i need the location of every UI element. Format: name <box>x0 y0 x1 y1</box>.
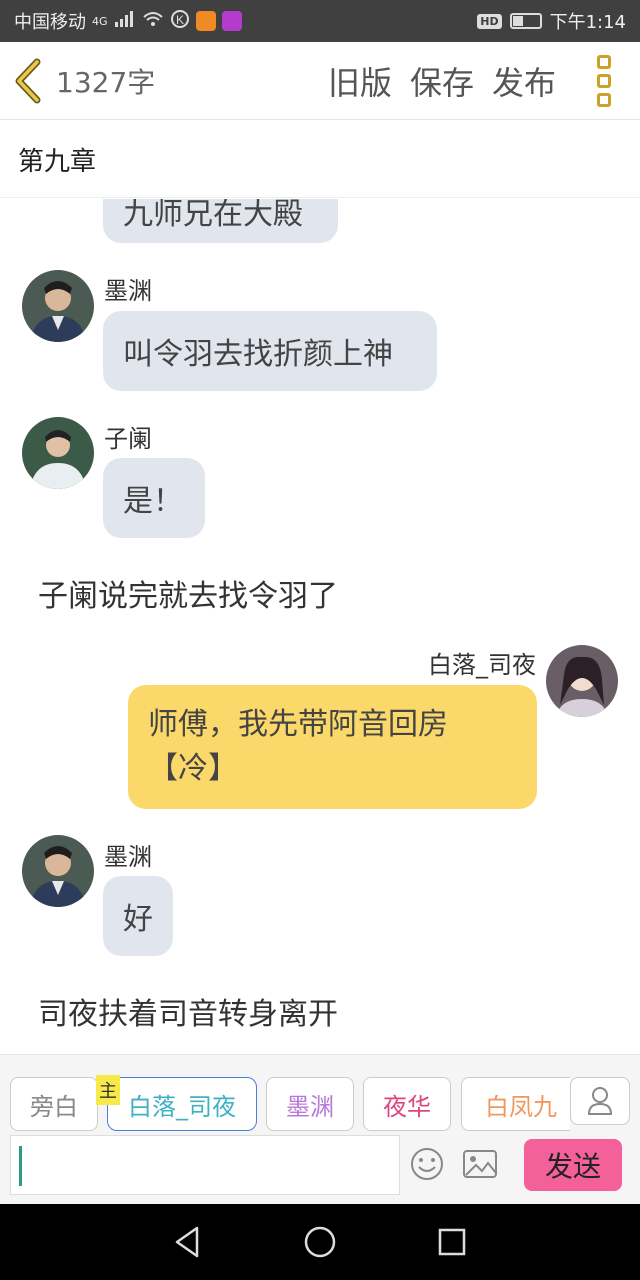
back-button[interactable] <box>0 42 56 120</box>
role-label: 白落_司夜 <box>128 1092 236 1121</box>
chapter-title-text: 第九章 <box>18 146 97 177</box>
main-role-badge: 主 <box>96 1075 120 1105</box>
more-icon-dot <box>597 73 611 88</box>
role-chip[interactable]: 夜华 <box>363 1077 451 1131</box>
role-chip-selected[interactable]: 白落_司夜 <box>107 1077 257 1131</box>
profile-icon <box>587 1087 613 1115</box>
cat-app-icon <box>221 11 242 31</box>
battery-icon <box>509 13 542 29</box>
message-text: 好 <box>123 902 153 937</box>
chat-list[interactable]: 九师兄在大殿 墨渊 叫令羽去找折颜上神 子阑 是！ 子阑说完就去找令羽了 白落_… <box>0 199 640 1054</box>
old-version-button[interactable]: 旧版 <box>328 58 392 104</box>
nav-recent-icon[interactable] <box>437 1227 467 1257</box>
avatar[interactable] <box>22 270 94 342</box>
editor-toolbar: 1327字 旧版 保存 发布 <box>0 42 640 120</box>
more-icon-dot <box>597 92 611 107</box>
role-label: 旁白 <box>30 1092 78 1121</box>
message-bubble[interactable]: 是！ <box>103 458 205 538</box>
text-cursor <box>19 1146 22 1186</box>
more-button[interactable] <box>580 42 628 120</box>
nav-back-icon[interactable] <box>173 1225 203 1259</box>
sender-name: 子阑 <box>104 425 152 453</box>
sender-name: 白落_司夜 <box>428 651 536 679</box>
role-selector[interactable]: 旁白 白落_司夜 墨渊 夜华 白凤九 <box>10 1077 570 1131</box>
message-bubble[interactable]: 叫令羽去找折颜上神 <box>103 311 437 391</box>
save-button[interactable]: 保存 <box>410 58 474 104</box>
publish-button[interactable]: 发布 <box>492 58 556 104</box>
back-chevron-icon <box>15 58 41 103</box>
carrier-label: 中国移动 <box>14 12 86 33</box>
role-label: 白凤九 <box>485 1092 557 1121</box>
message-text: 九师兄在大殿 <box>123 199 303 232</box>
message-text: 是！ <box>123 484 183 519</box>
message-bubble-self[interactable]: 师傅，我先带阿音回房【冷】 <box>128 685 537 809</box>
clock: 下午1:14 <box>549 12 626 33</box>
svg-text:K: K <box>176 13 184 27</box>
nav-home-icon[interactable] <box>303 1225 337 1259</box>
network-label: 4G <box>92 14 108 28</box>
wifi-icon <box>142 10 164 33</box>
avatar[interactable] <box>22 417 94 489</box>
image-icon[interactable] <box>462 1149 498 1179</box>
word-count: 1327字 <box>56 65 156 99</box>
message-bubble[interactable]: 九师兄在大殿 <box>103 199 338 243</box>
emoji-icon[interactable] <box>410 1147 444 1181</box>
hd-badge: HD <box>477 13 502 29</box>
message-text: 叫令羽去找折颜上神 <box>123 337 393 372</box>
send-label: 发送 <box>544 1150 601 1183</box>
narration-text[interactable]: 司夜扶着司音转身离开 <box>38 989 338 1033</box>
status-bar: 中国移动 4G K HD 下午1:14 <box>0 0 640 42</box>
chapter-title[interactable]: 第九章 <box>0 121 640 198</box>
role-chip[interactable]: 墨渊 <box>266 1077 354 1131</box>
more-icon <box>597 54 611 69</box>
video-app-icon <box>195 11 216 31</box>
role-chip[interactable]: 白凤九 <box>461 1077 570 1131</box>
message-bubble[interactable]: 好 <box>103 876 173 956</box>
k-app-icon: K <box>170 9 190 34</box>
sender-name: 墨渊 <box>104 277 152 305</box>
signal-icon <box>114 10 136 33</box>
send-button[interactable]: 发送 <box>524 1139 622 1191</box>
message-text: 师傅，我先带阿音回房【冷】 <box>148 707 448 786</box>
role-chip[interactable]: 旁白 <box>10 1077 98 1131</box>
avatar[interactable] <box>22 835 94 907</box>
add-role-button[interactable] <box>570 1077 630 1125</box>
avatar[interactable] <box>546 645 618 717</box>
system-nav-bar <box>0 1204 640 1280</box>
message-input[interactable] <box>10 1135 400 1195</box>
sender-name: 墨渊 <box>104 843 152 871</box>
composer-panel: 旁白 白落_司夜 墨渊 夜华 白凤九 主 发送 <box>0 1054 640 1204</box>
narration-text[interactable]: 子阑说完就去找令羽了 <box>38 571 338 615</box>
role-label: 夜华 <box>383 1092 431 1121</box>
role-label: 墨渊 <box>286 1092 334 1121</box>
